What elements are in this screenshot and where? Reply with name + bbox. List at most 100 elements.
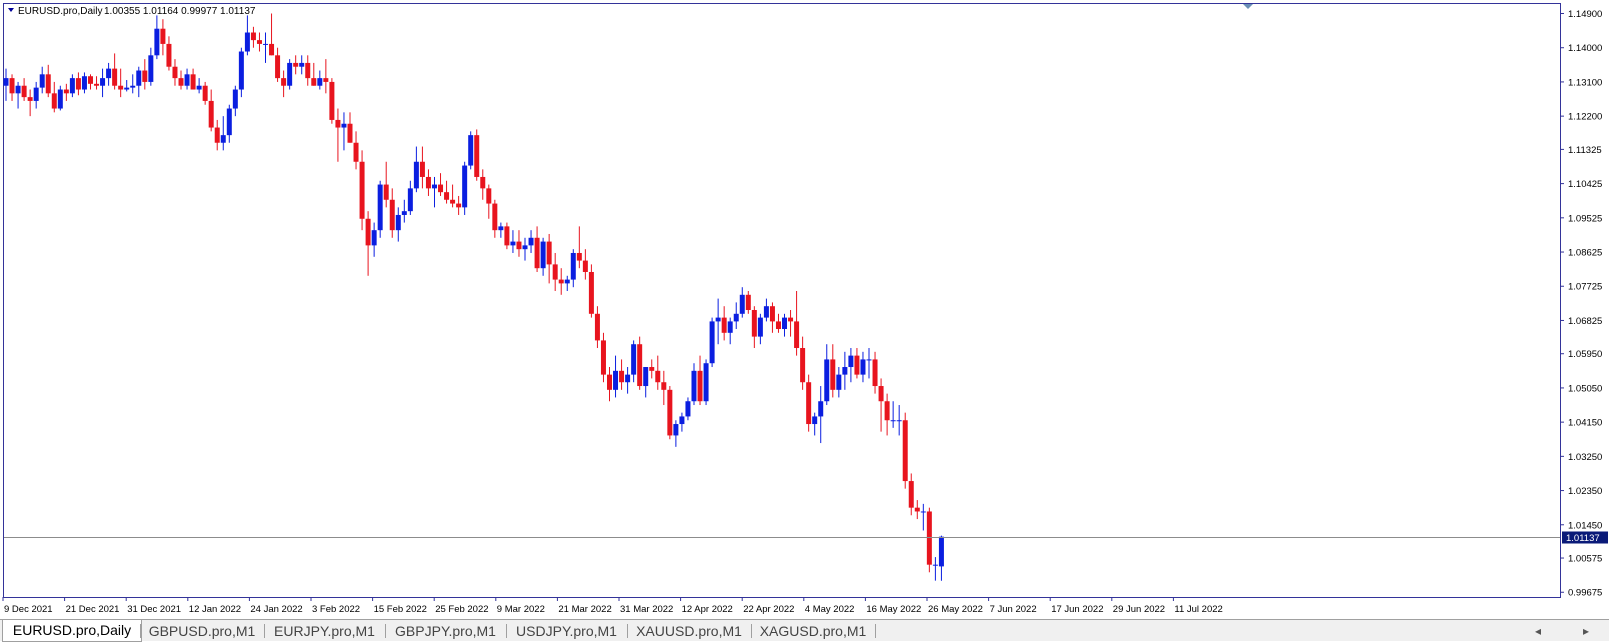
price-tick-label: 1.10425 bbox=[1568, 179, 1602, 190]
candle-body bbox=[679, 416, 685, 425]
candle-body bbox=[220, 135, 226, 143]
candle-body bbox=[540, 241, 546, 269]
candle-body bbox=[112, 68, 118, 86]
candle-body bbox=[462, 165, 468, 208]
candle bbox=[462, 161, 468, 215]
candle bbox=[287, 59, 293, 90]
candle-body bbox=[625, 374, 631, 383]
price-tick-label: 1.09525 bbox=[1568, 213, 1602, 224]
tab-gbpusd-pro-m1[interactable]: GBPUSD.pro,M1 bbox=[140, 621, 264, 641]
candle-body bbox=[365, 218, 371, 246]
candle-body bbox=[582, 260, 588, 272]
candle-body bbox=[130, 85, 136, 88]
candle-body bbox=[353, 142, 359, 162]
price-tick-label: 1.06825 bbox=[1568, 316, 1602, 327]
candle-body bbox=[782, 317, 788, 330]
candle-body bbox=[431, 184, 437, 189]
candle-body bbox=[830, 359, 836, 390]
tab-scroll-right-icon[interactable]: ▸ bbox=[1583, 621, 1589, 641]
candle-body bbox=[534, 237, 540, 269]
time-tick-label: 31 Dec 2021 bbox=[127, 604, 181, 615]
time-tick-label: 21 Dec 2021 bbox=[66, 604, 120, 615]
candle-body bbox=[33, 87, 39, 101]
candle-body bbox=[558, 279, 564, 284]
candle-body bbox=[468, 135, 474, 166]
candle-body bbox=[637, 344, 643, 387]
candle-body bbox=[190, 74, 196, 90]
candle-body bbox=[661, 382, 667, 390]
time-tick-label: 7 Jun 2022 bbox=[990, 604, 1037, 615]
candle-body bbox=[69, 78, 75, 94]
candle-body bbox=[667, 389, 673, 436]
candle-body bbox=[727, 321, 733, 333]
candle-body bbox=[691, 370, 697, 402]
price-tick-label: 1.01450 bbox=[1568, 520, 1602, 531]
candle bbox=[377, 180, 383, 238]
time-tick-label: 26 May 2022 bbox=[928, 604, 983, 615]
candle-body bbox=[703, 363, 709, 402]
tab-gbpjpy-pro-m1[interactable]: GBPJPY.pro,M1 bbox=[385, 621, 506, 641]
chart-window[interactable]: EURUSD.pro,Daily 1.00355 1.01164 0.99977… bbox=[0, 0, 1609, 642]
candle-body bbox=[238, 51, 244, 90]
time-tick-label: 11 Jul 2022 bbox=[1174, 604, 1222, 615]
tab-usdjpy-pro-m1[interactable]: USDJPY.pro,M1 bbox=[506, 621, 627, 641]
candle-body bbox=[872, 359, 878, 387]
candle-body bbox=[588, 271, 594, 314]
candlestick-chart[interactable]: EURUSD.pro,Daily 1.00355 1.01164 0.99977… bbox=[0, 0, 1609, 619]
tab-xauusd-pro-m1[interactable]: XAUUSD.pro,M1 bbox=[627, 621, 751, 641]
candle-body bbox=[51, 93, 57, 109]
tab-scroll-left-icon[interactable]: ◂ bbox=[1535, 621, 1541, 641]
candle-body bbox=[311, 78, 317, 86]
candle-body bbox=[908, 481, 914, 508]
time-tick-label: 17 Jun 2022 bbox=[1051, 604, 1103, 615]
candle-body bbox=[395, 214, 401, 231]
candle bbox=[926, 507, 932, 573]
price-tick-label: 1.00575 bbox=[1568, 554, 1602, 565]
candle-body bbox=[377, 184, 383, 231]
time-tick-label: 4 May 2022 bbox=[805, 604, 855, 615]
candle-body bbox=[142, 70, 148, 82]
price-tick-label: 1.14900 bbox=[1568, 9, 1602, 20]
tab-eurjpy-pro-m1[interactable]: EURJPY.pro,M1 bbox=[264, 621, 385, 641]
candle-body bbox=[685, 401, 691, 417]
candle-body bbox=[413, 161, 419, 189]
candle-body bbox=[9, 78, 15, 94]
candle-body bbox=[715, 317, 721, 322]
candle-body bbox=[552, 264, 558, 280]
candle-body bbox=[643, 367, 649, 387]
time-tick-label: 12 Jan 2022 bbox=[189, 604, 241, 615]
candle-body bbox=[914, 507, 920, 512]
candle-body bbox=[806, 382, 812, 425]
tab-eurusd-pro-daily[interactable]: EURUSD.pro,Daily bbox=[2, 620, 142, 642]
candle-body bbox=[450, 199, 456, 204]
candle-body bbox=[281, 78, 287, 86]
candle-body bbox=[854, 355, 860, 375]
candle-body bbox=[389, 199, 395, 231]
candle-body bbox=[172, 66, 178, 79]
candle-body bbox=[27, 97, 33, 101]
candle bbox=[806, 374, 812, 432]
price-tick-label: 1.07725 bbox=[1568, 282, 1602, 293]
candle-body bbox=[275, 55, 281, 79]
time-tick-label: 21 Mar 2022 bbox=[558, 604, 611, 615]
candle-body bbox=[456, 203, 462, 208]
tab-xagusd-pro-m1[interactable]: XAGUSD.pro,M1 bbox=[751, 621, 875, 641]
time-tick-label: 31 Mar 2022 bbox=[620, 604, 673, 615]
candle bbox=[504, 222, 510, 250]
candle-body bbox=[160, 28, 166, 44]
tab-separator bbox=[875, 624, 876, 638]
candle-body bbox=[425, 176, 431, 189]
candle-body bbox=[154, 28, 160, 56]
candle-body bbox=[214, 127, 220, 143]
candle-body bbox=[383, 184, 389, 200]
candle-body bbox=[75, 78, 81, 90]
candle bbox=[637, 336, 643, 390]
candle-body bbox=[100, 78, 106, 86]
candle bbox=[359, 150, 365, 231]
candle-body bbox=[842, 367, 848, 375]
candle-body bbox=[800, 348, 806, 383]
candle-body bbox=[118, 85, 124, 90]
candle-body bbox=[263, 43, 269, 45]
candle-body bbox=[860, 359, 866, 375]
candle-body bbox=[347, 123, 353, 143]
